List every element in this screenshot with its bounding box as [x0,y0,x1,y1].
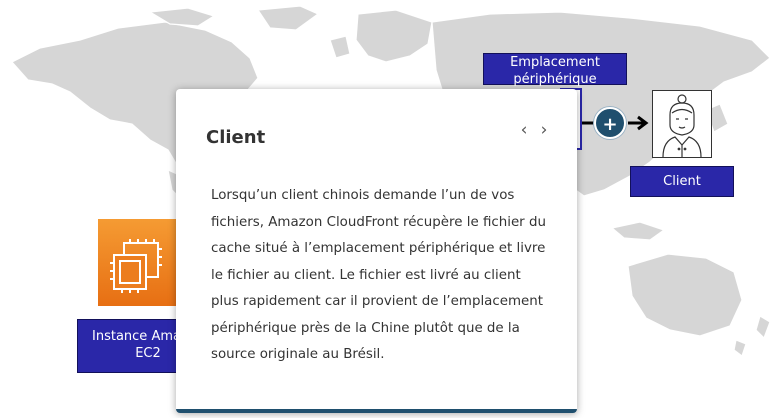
client-figure [652,90,712,158]
ec2-icon [98,219,182,306]
card-title: Client [206,127,266,148]
edge-location-label-text: Emplacement périphérique [510,55,600,87]
info-card: Client ‹ › Lorsqu’un client chinois dema… [176,89,577,413]
client-label-text: Client [663,174,701,189]
edge-location-label: Emplacement périphérique [483,53,627,87]
chip-icon [110,239,162,293]
prev-arrow-icon[interactable]: ‹ [515,121,533,139]
card-body-text: Lorsqu’un client chinois demande l’un de… [211,188,546,362]
client-label: Client [630,166,734,197]
card-bottom-bar [176,409,577,413]
person-icon [662,94,702,158]
next-arrow-icon[interactable]: › [535,121,553,139]
plus-button[interactable]: + [594,107,626,139]
